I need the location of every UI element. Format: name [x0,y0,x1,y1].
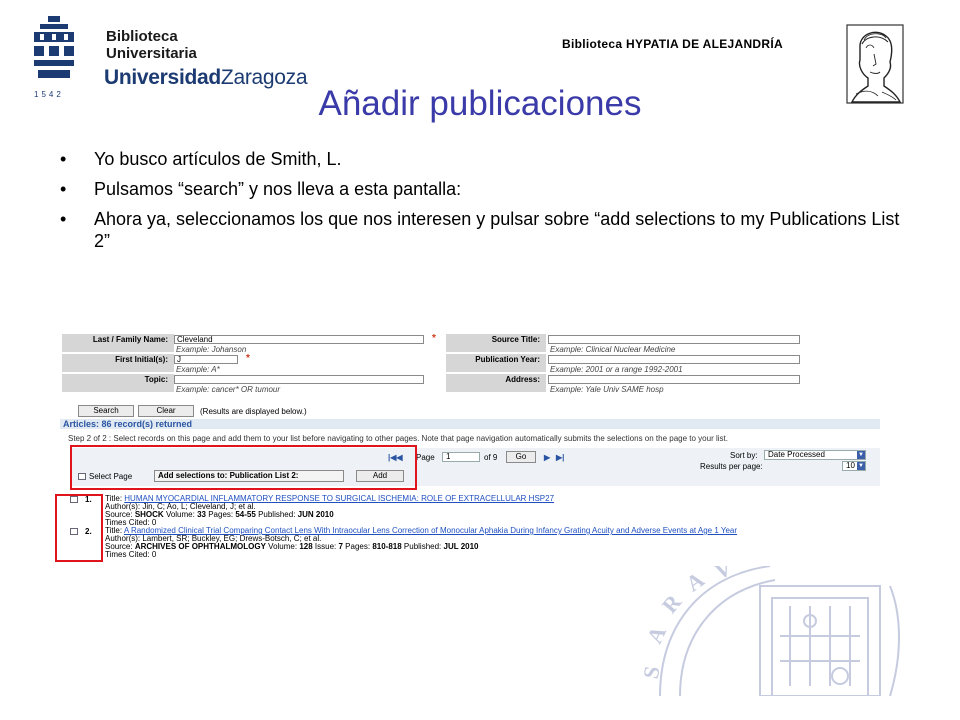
chevron-down-icon: ▼ [857,462,865,470]
volume-value: 128 [299,542,313,551]
last-name-label: Last / Family Name: [62,334,174,352]
slide-title: Añadir publicaciones [318,84,642,123]
svg-text:A: A [642,622,671,647]
record-source-line: Source: ARCHIVES OF OPHTHALMOLOGY Volume… [105,543,875,551]
search-form: Last / Family Name: Cleveland Example: J… [60,333,880,414]
published-label: Published: [258,510,296,519]
bullet-item: Pulsamos “search” y nos lleva a esta pan… [60,178,920,200]
university-crest-icon [34,16,74,78]
results-note: (Results are displayed below.) [200,407,307,416]
search-button[interactable]: Search [78,405,134,417]
address-example: Example: Yale Univ SAME hosp [550,385,664,394]
topic-label: Topic: [62,374,174,392]
sort-by-value: Date Processed [768,450,825,459]
pages-label: Pages: [345,542,371,551]
first-initial-example: Example: A* [176,365,220,374]
of-pages-label: of 9 [484,453,498,462]
last-name-input[interactable]: Cleveland [174,335,424,344]
topic-input[interactable] [174,375,424,384]
sort-by-select[interactable]: Date Processed ▼ [764,450,866,460]
university-seal-watermark-icon: S A R A V [640,566,900,696]
pages-value: 810-818 [372,542,402,551]
source-title-input[interactable] [548,335,800,344]
table-row: Title: A Randomized Clinical Trial Compa… [105,527,875,559]
issue-value: 7 [338,542,343,551]
source-title-label: Source Title: [446,334,546,352]
times-cited: Times Cited: 0 [105,550,157,559]
record-source-line: Source: SHOCK Volume: 33 Pages: 54-55 Pu… [105,511,875,519]
go-button[interactable]: Go [506,451,536,463]
svg-text:S: S [640,664,665,680]
library-name: Biblioteca HYPATIA DE ALEJANDRÍA [562,37,783,51]
published-value: JUN 2010 [297,510,334,519]
logo-text-biblioteca: Biblioteca [106,28,178,45]
issue-label: Issue: [314,542,337,551]
highlight-add-selections [70,445,417,490]
required-star-icon: * [432,333,436,344]
bullet-list: Yo busco artículos de Smith, L. Pulsamos… [60,148,920,260]
chevron-down-icon: ▼ [857,451,865,459]
volume-label: Volume: [268,542,298,551]
published-label: Published: [403,542,442,551]
clear-button[interactable]: Clear [138,405,194,417]
volume-label: Volume: [165,510,195,519]
publication-year-label: Publication Year: [446,354,546,372]
pages-label: Pages: [208,510,234,519]
publication-year-input[interactable] [548,355,800,364]
per-page-value: 10 [846,461,855,470]
next-page-icon[interactable]: ▶ [544,453,550,462]
volume-value: 33 [197,510,206,519]
publication-year-example: Example: 2001 or a range 1992-2001 [550,365,683,374]
table-row: Title: HUMAN MYOCARDIAL INFLAMMATORY RES… [105,495,875,527]
last-name-example: Example: Johanson [176,345,247,354]
per-page-select[interactable]: 10 ▼ [842,461,866,471]
bullet-item: Ahora ya, seleccionamos los que nos inte… [60,208,920,252]
university-library-logo: 1542 Biblioteca Universitaria Universida… [30,14,308,99]
bullet-item: Yo busco artículos de Smith, L. [60,148,920,170]
required-star-icon: * [246,353,250,364]
last-page-icon[interactable]: ▶| [556,453,564,462]
page-number-input[interactable]: 1 [442,452,480,462]
address-label: Address: [446,374,546,392]
records-count-bar: Articles: 86 record(s) returned [60,419,880,429]
topic-example: Example: cancer* OR tumour [176,385,281,394]
page-label: Page [416,453,435,462]
per-page-label: Results per page: [700,462,763,471]
svg-text:V: V [711,566,735,584]
step-instructions: Step 2 of 2 : Select records on this pag… [68,434,728,443]
source-title-example: Example: Clinical Nuclear Medicine [550,345,676,354]
svg-text:R: R [657,589,687,618]
address-input[interactable] [548,375,800,384]
first-initial-input[interactable]: J [174,355,238,364]
pages-value: 54-55 [235,510,256,519]
logo-text-universitaria: Universitaria [106,45,197,62]
sort-by-label: Sort by: [730,451,758,460]
highlight-checkboxes [55,494,103,562]
published-value: JUL 2010 [443,542,479,551]
first-initial-label: First Initial(s): [62,354,174,372]
